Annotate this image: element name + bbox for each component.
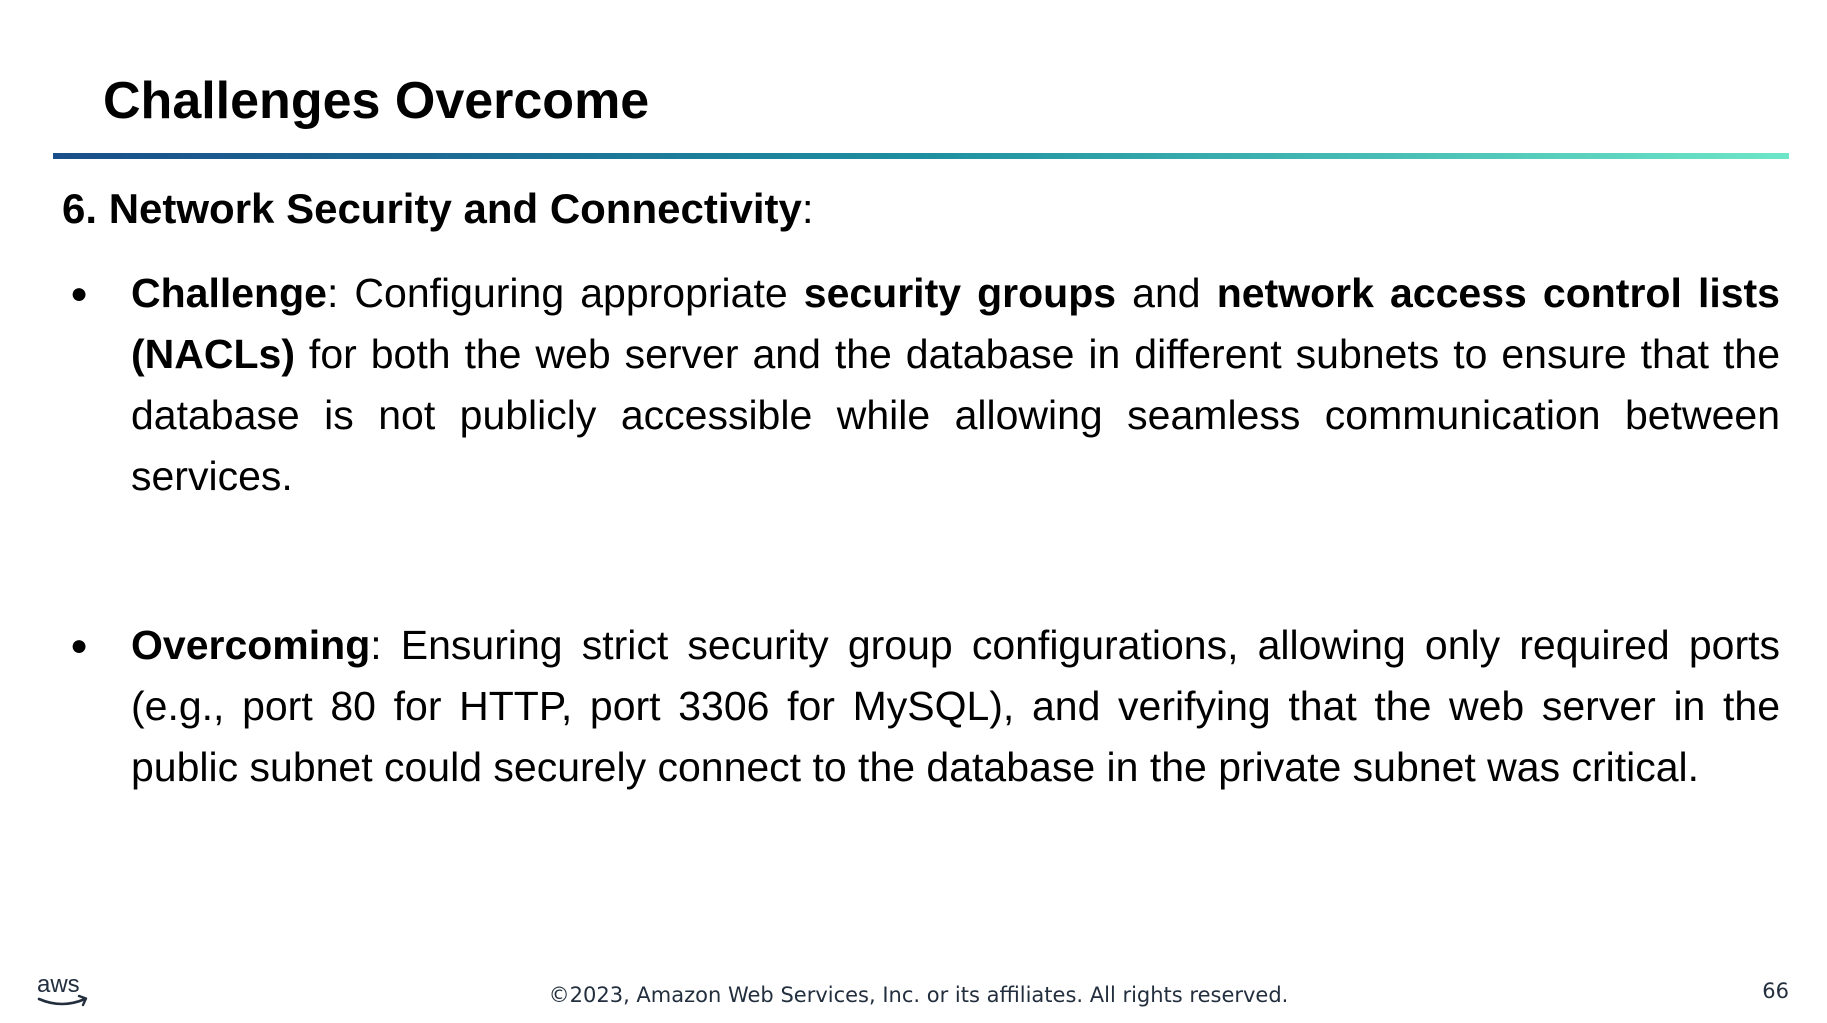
bullet-marker: ●	[70, 277, 89, 310]
title-accent-rule	[53, 153, 1789, 159]
bullet-text: Overcoming: Ensuring strict security gro…	[131, 615, 1780, 798]
bullet-text-segment: for both the web server and the database…	[131, 331, 1780, 499]
bullet-overcoming: ● Overcoming: Ensuring strict security g…	[70, 615, 1780, 798]
bullet-text-segment: and	[1116, 270, 1217, 316]
slide-title: Challenges Overcome	[103, 72, 650, 130]
section-heading-colon: :	[801, 185, 814, 232]
page-number: 66	[1762, 979, 1789, 1003]
bullet-text: Challenge: Configuring appropriate secur…	[131, 263, 1780, 507]
bullet-text-segment: : Configuring appropriate	[326, 270, 804, 316]
bullet-label-overcoming: Overcoming	[131, 622, 371, 668]
bullet-term-security-groups: security groups	[803, 270, 1117, 316]
section-heading: 6. Network Security and Connectivity:	[62, 183, 814, 235]
bullet-challenge: ● Challenge: Configuring appropriate sec…	[70, 263, 1780, 507]
footer-copyright: ©2023, Amazon Web Services, Inc. or its …	[548, 983, 1289, 1007]
bullet-text-segment: : Ensuring strict security group configu…	[131, 622, 1780, 790]
section-heading-label: 6. Network Security and Connectivity	[62, 185, 802, 232]
bullet-marker: ●	[70, 629, 89, 662]
bullet-label-challenge: Challenge	[131, 270, 327, 316]
